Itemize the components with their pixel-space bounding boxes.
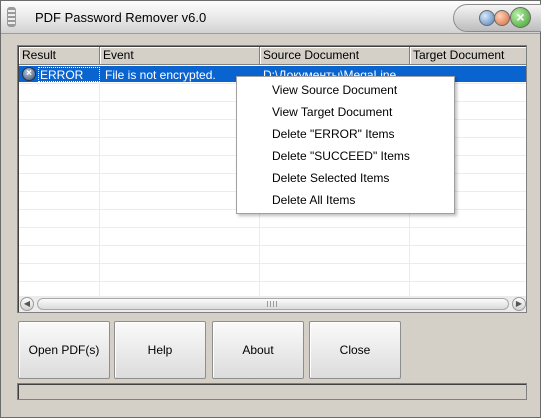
minimize-button[interactable] [479,10,495,26]
window-title: PDF Password Remover v6.0 [35,10,207,25]
column-header-event[interactable]: Event [100,47,260,65]
menu-item-delete-selected[interactable]: Delete Selected Items [238,167,453,189]
grid-line [19,245,526,246]
context-menu: View Source Document View Target Documen… [236,76,455,214]
menu-item-view-source[interactable]: View Source Document [238,79,453,101]
column-header-source[interactable]: Source Document [260,47,410,65]
list-header: Result Event Source Document Target Docu… [19,47,526,65]
status-bar [17,383,527,400]
maximize-button[interactable] [494,10,510,26]
cell-event: File is not encrypted. [105,68,216,82]
grid-line [19,281,526,282]
arrow-left-icon[interactable]: ◀ [20,297,34,311]
horizontal-scrollbar[interactable]: ◀ ▶ [19,296,526,312]
menu-item-delete-succeed[interactable]: Delete "SUCCEED" Items [238,145,453,167]
grid-line [19,263,526,264]
title-bar[interactable]: PDF Password Remover v6.0 × [1,1,541,34]
about-button[interactable]: About [212,321,304,379]
cell-result: ERROR [40,68,84,82]
grid-line [99,65,100,296]
open-pdfs-button[interactable]: Open PDF(s) [18,321,110,379]
close-button[interactable]: Close [309,321,401,379]
arrow-right-icon[interactable]: ▶ [512,297,526,311]
menu-item-delete-error[interactable]: Delete "ERROR" Items [238,123,453,145]
help-button[interactable]: Help [114,321,206,379]
close-window-button[interactable]: × [510,7,531,28]
grip-icon [267,301,279,307]
menu-item-delete-all[interactable]: Delete All Items [238,189,453,211]
column-header-result[interactable]: Result [19,47,100,65]
error-icon: × [22,67,36,81]
grid-line [19,227,526,228]
app-window: PDF Password Remover v6.0 × Result Event… [0,0,541,418]
scrollbar-thumb[interactable] [37,298,509,310]
grip-icon[interactable] [7,7,16,27]
menu-item-view-target[interactable]: View Target Document [238,101,453,123]
column-header-target[interactable]: Target Document [410,47,526,65]
